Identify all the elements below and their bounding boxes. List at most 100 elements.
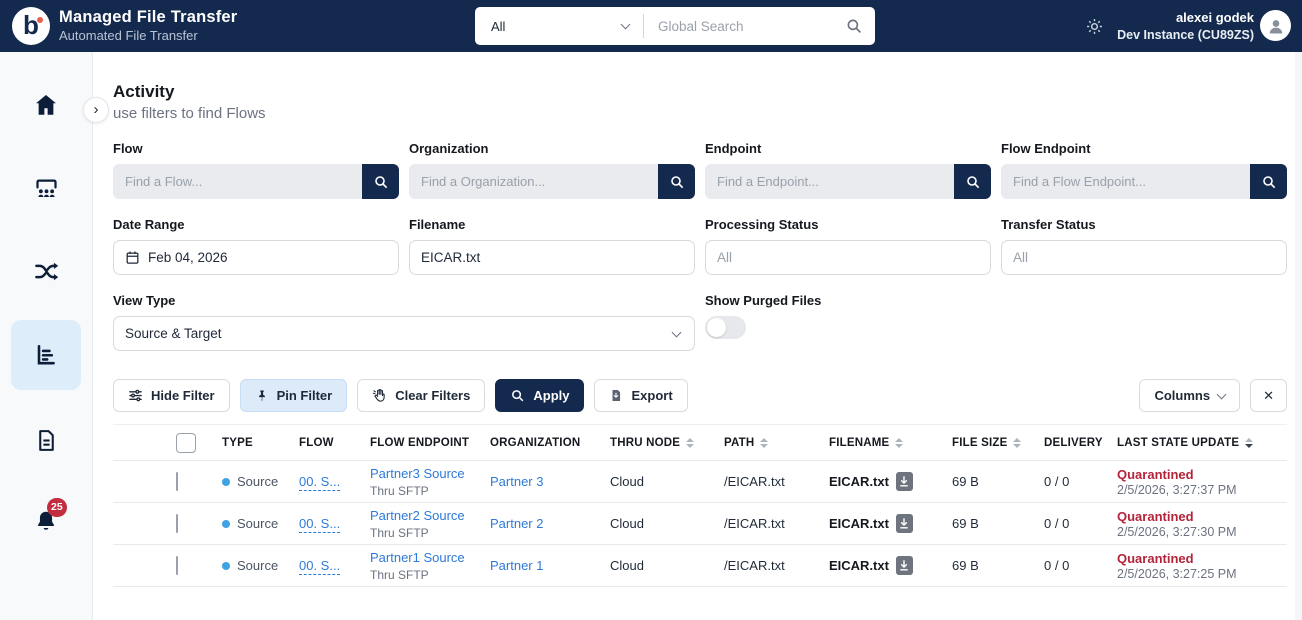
filter-date-range: Date Range Feb 04, 2026 [113,217,399,275]
search-scope-select[interactable]: All [475,7,643,45]
logo-dot [37,17,43,23]
sidebar-item-documents[interactable] [22,416,70,464]
organization-link[interactable]: Partner 2 [490,516,543,531]
delivery-cell: 0 / 0 [1044,516,1117,531]
date-range-picker[interactable]: Feb 04, 2026 [113,240,399,275]
theme-toggle-sun-icon[interactable] [1086,18,1103,35]
chevron-down-icon [621,20,631,30]
filter-flow-label: Flow [113,141,399,156]
user-avatar[interactable] [1260,10,1291,41]
flow-endpoint-link[interactable]: Partner3 Source [370,466,465,481]
search-icon[interactable] [845,17,863,35]
sidebar-item-organizations[interactable] [22,164,70,212]
row-checkbox[interactable] [176,556,178,575]
col-file-size[interactable]: FILE SIZE [952,437,1044,449]
show-purged-label: Show Purged Files [705,293,991,308]
flow-link[interactable]: 00. S... [299,474,340,491]
processing-status-input[interactable] [717,250,979,265]
show-purged-toggle[interactable] [705,316,746,339]
search-icon [1261,174,1277,190]
flow-search-input[interactable] [113,164,362,199]
shuffle-icon [33,258,60,285]
search-icon [510,388,525,403]
home-icon [33,92,59,118]
organization-link[interactable]: Partner 1 [490,558,543,573]
close-icon: ✕ [1263,388,1274,404]
row-checkbox[interactable] [176,472,178,491]
search-scope-value: All [491,19,505,34]
organization-link[interactable]: Partner 3 [490,474,543,489]
filter-organization-label: Organization [409,141,695,156]
date-range-value: Feb 04, 2026 [148,250,228,265]
sidebar-item-activity[interactable] [11,320,81,390]
transfer-status-select[interactable] [1001,240,1287,275]
organization-search-input[interactable] [409,164,658,199]
flow-search-button[interactable] [362,164,399,199]
sidebar-item-notifications[interactable]: 25 [22,499,70,547]
col-path[interactable]: PATH [724,437,829,449]
status-badge: Quarantined [1117,467,1287,482]
timestamp: 2/5/2026, 3:27:37 PM [1117,483,1287,497]
col-last-state-update[interactable]: LAST STATE UPDATE [1117,437,1287,449]
flow-endpoint-sub: Thru SFTP [370,526,490,540]
user-instance: Dev Instance (CU89ZS) [1117,27,1254,43]
sidebar-collapse-button[interactable]: › [83,97,109,123]
endpoint-search-button[interactable] [954,164,991,199]
view-type-select[interactable]: Source & Target [113,316,695,351]
filter-transfer-status: Transfer Status [1001,217,1287,275]
activity-table: TYPE FLOW FLOW ENDPOINT ORGANIZATION THR… [113,424,1287,587]
flow-endpoint-sub: Thru SFTP [370,568,490,582]
download-file-icon[interactable] [896,556,913,575]
thru-node-cell: Cloud [610,558,724,573]
table-row: Source 00. S... Partner3 Source Thru SFT… [113,461,1287,503]
filter-processing-status-label: Processing Status [705,217,991,232]
hide-filter-button[interactable]: Hide Filter [113,379,230,412]
table-row: Source 00. S... Partner2 Source Thru SFT… [113,503,1287,545]
filter-flow-endpoint: Flow Endpoint [1001,141,1287,199]
global-search-bar: All [475,7,875,45]
timestamp: 2/5/2026, 3:27:30 PM [1117,525,1287,539]
sidebar-item-flows[interactable] [22,247,70,295]
col-filename[interactable]: FILENAME [829,437,952,449]
pin-filter-button[interactable]: Pin Filter [240,379,348,412]
export-file-icon [609,388,623,403]
flow-endpoint-search-input[interactable] [1001,164,1250,199]
sidebar-item-home[interactable] [22,81,70,129]
flow-endpoint-link[interactable]: Partner1 Source [370,550,465,565]
apply-button[interactable]: Apply [495,379,584,412]
close-results-button[interactable]: ✕ [1250,379,1287,412]
timestamp: 2/5/2026, 3:27:25 PM [1117,567,1287,581]
select-all-checkbox[interactable] [176,433,196,453]
row-checkbox[interactable] [176,514,178,533]
organization-search-button[interactable] [658,164,695,199]
flow-link[interactable]: 00. S... [299,558,340,575]
download-file-icon[interactable] [896,472,913,491]
logo-letter: b [23,12,39,38]
col-thru-node[interactable]: THRU NODE [610,437,724,449]
flow-link[interactable]: 00. S... [299,516,340,533]
filter-flow: Flow [113,141,399,199]
download-file-icon[interactable] [896,514,913,533]
filter-flow-endpoint-label: Flow Endpoint [1001,141,1287,156]
transfer-status-input[interactable] [1013,250,1275,265]
filename-input[interactable] [421,250,683,265]
delivery-cell: 0 / 0 [1044,558,1117,573]
table-row: Source 00. S... Partner1 Source Thru SFT… [113,545,1287,587]
flow-endpoint-search-button[interactable] [1250,164,1287,199]
columns-button[interactable]: Columns [1139,379,1240,412]
filter-endpoint: Endpoint [705,141,991,199]
filter-show-purged: Show Purged Files [705,293,991,351]
app-title: Managed File Transfer [59,8,237,28]
clear-filters-button[interactable]: Clear Filters [357,379,485,412]
export-button[interactable]: Export [594,379,687,412]
scrollbar[interactable] [1295,52,1302,620]
path-cell: /EICAR.txt [724,516,829,531]
top-navbar: b Managed File Transfer Automated File T… [0,0,1302,52]
endpoint-search-input[interactable] [705,164,954,199]
processing-status-select[interactable] [705,240,991,275]
flow-endpoint-link[interactable]: Partner2 Source [370,508,465,523]
thru-node-cell: Cloud [610,474,724,489]
col-organization: ORGANIZATION [490,437,610,449]
global-search-input[interactable] [644,7,845,45]
user-menu[interactable]: alexei godek Dev Instance (CU89ZS) [1117,9,1254,43]
